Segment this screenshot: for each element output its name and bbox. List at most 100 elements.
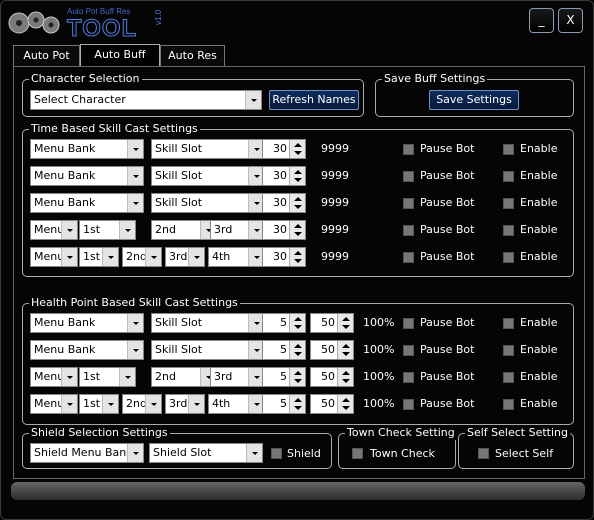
seconds-input[interactable]: 30	[262, 220, 306, 240]
seconds-input[interactable]: 30	[262, 139, 306, 159]
spinner-arrows-icon[interactable]	[337, 395, 353, 413]
spinner-arrows-icon[interactable]	[289, 341, 305, 359]
skill-select[interactable]: Menu Bank	[30, 166, 144, 186]
hp-max-input[interactable]: 50	[310, 367, 354, 387]
skill-select-value: Skill Slot	[155, 343, 203, 356]
enable-checkbox[interactable]	[503, 252, 514, 263]
skill-select[interactable]: Skill Slot	[151, 340, 265, 360]
tab-auto-buff[interactable]: Auto Buff	[80, 44, 160, 67]
arrow-down-icon	[294, 352, 302, 356]
select-self-checkbox[interactable]	[478, 448, 489, 459]
skill-select[interactable]: 1st	[79, 220, 136, 240]
skill-select-value: Skill Slot	[155, 196, 203, 209]
tab-auto-pot[interactable]: Auto Pot	[13, 45, 80, 66]
spinner-arrows-icon[interactable]	[289, 167, 305, 185]
pause-bot-checkbox[interactable]	[403, 345, 414, 356]
spinner-arrows-icon[interactable]	[337, 368, 353, 386]
skill-select[interactable]: 2nd	[151, 220, 217, 240]
spinner-arrows-icon[interactable]	[289, 248, 305, 266]
cast-count: 9999	[321, 142, 349, 155]
enable-checkbox[interactable]	[503, 399, 514, 410]
spinner-arrows-icon[interactable]	[289, 194, 305, 212]
skill-select[interactable]: Skill Slot	[151, 166, 265, 186]
hp-min-input[interactable]: 5	[262, 394, 306, 414]
skill-select[interactable]: Menu	[30, 367, 78, 387]
seconds-input[interactable]: 30	[262, 166, 306, 186]
hp-min-input[interactable]: 5	[262, 367, 306, 387]
pause-bot-checkbox[interactable]	[403, 144, 414, 155]
chevron-down-icon	[61, 368, 77, 386]
save-settings-button[interactable]: Save Settings	[429, 90, 519, 110]
shield-slot-select[interactable]: Shield Slot	[149, 443, 263, 463]
spinner-arrows-icon[interactable]	[337, 314, 353, 332]
enable-checkbox[interactable]	[503, 318, 514, 329]
pause-bot-checkbox[interactable]	[403, 252, 414, 263]
hp-min-input[interactable]: 5	[262, 313, 306, 333]
close-button[interactable]: X	[558, 8, 583, 33]
skill-select[interactable]: 4th	[208, 394, 265, 414]
minimize-button[interactable]: _	[529, 8, 554, 33]
select-self-label: Select Self	[495, 447, 554, 460]
seconds-input[interactable]: 30	[262, 193, 306, 213]
skill-select[interactable]: 3rd	[165, 247, 205, 267]
skill-select-value: Skill Slot	[155, 169, 203, 182]
skill-select[interactable]: 3rd	[165, 394, 205, 414]
pause-bot-checkbox[interactable]	[403, 399, 414, 410]
pause-bot-checkbox[interactable]	[403, 198, 414, 209]
hp-max-input[interactable]: 50	[310, 313, 354, 333]
hp-min-input[interactable]: 5	[262, 340, 306, 360]
spinner-arrows-icon[interactable]	[289, 368, 305, 386]
pause-bot-checkbox[interactable]	[403, 372, 414, 383]
skill-select[interactable]: 3rd	[210, 220, 265, 240]
skill-select[interactable]: 2nd	[122, 394, 162, 414]
skill-select[interactable]: Menu Bank	[30, 139, 144, 159]
skill-select[interactable]: Menu Bank	[30, 313, 144, 333]
seconds-input[interactable]: 30	[262, 247, 306, 267]
chevron-down-icon	[245, 91, 261, 109]
skill-select[interactable]: Menu Bank	[30, 340, 144, 360]
skill-select[interactable]: Menu	[30, 247, 78, 267]
skill-select[interactable]: 2nd	[151, 367, 217, 387]
skill-select[interactable]: Skill Slot	[151, 313, 265, 333]
skill-select[interactable]: 1st	[79, 394, 119, 414]
enable-checkbox[interactable]	[503, 225, 514, 236]
skill-select[interactable]: Menu	[30, 220, 78, 240]
pause-bot-checkbox[interactable]	[403, 225, 414, 236]
skill-select[interactable]: Skill Slot	[151, 193, 265, 213]
shield-checkbox[interactable]	[271, 448, 282, 459]
shield-bank-select[interactable]: Shield Menu Bank	[30, 443, 144, 463]
refresh-names-button[interactable]: Refresh Names	[269, 90, 359, 110]
skill-select[interactable]: 1st	[79, 367, 136, 387]
pause-bot-label: Pause Bot	[420, 250, 475, 263]
skill-select[interactable]: Menu	[30, 394, 78, 414]
title-bar[interactable]: Auto Pot Buff Res TOOL v1.0 _ X	[1, 1, 594, 41]
gears-logo-icon: Auto Pot Buff Res TOOL v1.0	[8, 7, 163, 39]
skill-select[interactable]: 1st	[79, 247, 119, 267]
enable-checkbox[interactable]	[503, 144, 514, 155]
town-check-checkbox[interactable]	[352, 448, 363, 459]
skill-select[interactable]: 2nd	[122, 247, 162, 267]
hp-max-input-value: 50	[321, 370, 335, 383]
skill-select[interactable]: 3rd	[210, 367, 265, 387]
hp-max-input[interactable]: 50	[310, 340, 354, 360]
enable-checkbox[interactable]	[503, 198, 514, 209]
spinner-arrows-icon[interactable]	[289, 314, 305, 332]
tab-auto-res[interactable]: Auto Res	[160, 45, 225, 66]
spinner-arrows-icon[interactable]	[289, 140, 305, 158]
enable-checkbox[interactable]	[503, 372, 514, 383]
spinner-arrows-icon[interactable]	[289, 395, 305, 413]
enable-label: Enable	[520, 316, 558, 329]
spinner-arrows-icon[interactable]	[289, 221, 305, 239]
enable-label: Enable	[520, 250, 558, 263]
skill-select[interactable]: Menu Bank	[30, 193, 144, 213]
skill-select[interactable]: 4th	[208, 247, 265, 267]
spinner-arrows-icon[interactable]	[337, 341, 353, 359]
hp-max-input[interactable]: 50	[310, 394, 354, 414]
skill-select-value: Menu Bank	[34, 196, 96, 209]
skill-select[interactable]: Skill Slot	[151, 139, 265, 159]
pause-bot-checkbox[interactable]	[403, 318, 414, 329]
enable-checkbox[interactable]	[503, 345, 514, 356]
character-select[interactable]: Select Character	[30, 90, 262, 110]
pause-bot-checkbox[interactable]	[403, 171, 414, 182]
enable-checkbox[interactable]	[503, 171, 514, 182]
